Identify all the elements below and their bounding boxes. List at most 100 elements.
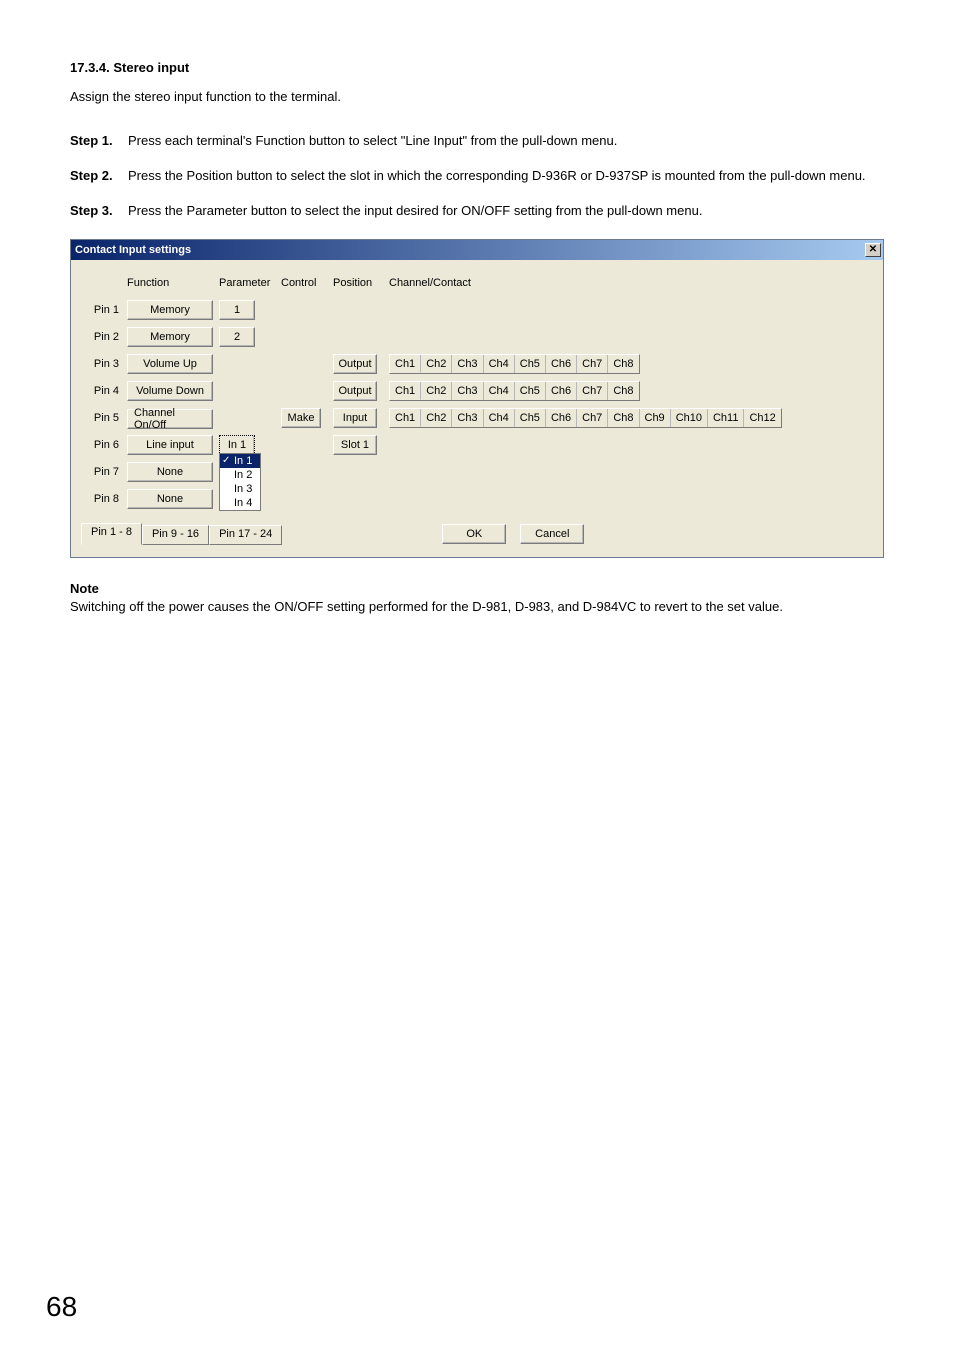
- parameter-button[interactable]: 2: [219, 327, 255, 347]
- pin-row-5: Pin 5 Channel On/Off Make Input Ch1 Ch2 …: [81, 405, 873, 432]
- dialog-title: Contact Input settings: [75, 244, 191, 256]
- channel-tab[interactable]: Ch3: [452, 355, 483, 373]
- channel-tab[interactable]: Ch4: [484, 409, 515, 427]
- section-title: Stereo input: [113, 60, 189, 75]
- header-control: Control: [281, 277, 333, 289]
- step-2: Step 2. Press the Position button to sel…: [70, 167, 884, 186]
- channel-tab[interactable]: Ch8: [608, 409, 639, 427]
- position-button[interactable]: Output: [333, 354, 377, 374]
- channel-tab[interactable]: Ch2: [421, 409, 452, 427]
- channel-tab[interactable]: Ch7: [577, 355, 608, 373]
- channel-tab[interactable]: Ch8: [608, 382, 638, 400]
- function-button[interactable]: None: [127, 462, 213, 482]
- contact-input-settings-dialog: Contact Input settings ✕ Function Parame…: [70, 239, 884, 558]
- dropdown-item[interactable]: In 2: [220, 468, 260, 482]
- pin-label: Pin 4: [81, 385, 127, 397]
- channel-tab[interactable]: Ch6: [546, 409, 577, 427]
- channel-tabs-8[interactable]: Ch1 Ch2 Ch3 Ch4 Ch5 Ch6 Ch7 Ch8: [389, 381, 640, 401]
- channel-tab[interactable]: Ch11: [708, 409, 744, 427]
- parameter-button[interactable]: 1: [219, 300, 255, 320]
- pin-row-6: Pin 6 Line input In 1 Slot 1: [81, 432, 873, 459]
- pin-tab-1-8[interactable]: Pin 1 - 8: [81, 523, 142, 545]
- channel-tab[interactable]: Ch5: [515, 355, 546, 373]
- note-heading: Note: [70, 580, 884, 599]
- channel-tab[interactable]: Ch1: [390, 355, 421, 373]
- function-button[interactable]: Line input: [127, 435, 213, 455]
- header-position: Position: [333, 277, 389, 289]
- channel-tab[interactable]: Ch4: [484, 382, 515, 400]
- pin-label: Pin 3: [81, 358, 127, 370]
- close-icon[interactable]: ✕: [865, 243, 881, 257]
- pin-row-3: Pin 3 Volume Up Output Ch1 Ch2 Ch3 Ch4 C…: [81, 351, 873, 378]
- position-button[interactable]: Input: [333, 408, 377, 428]
- channel-tab[interactable]: Ch9: [640, 409, 671, 427]
- function-button[interactable]: Channel On/Off: [127, 409, 213, 429]
- channel-tab[interactable]: Ch2: [421, 355, 452, 373]
- step-body: Press the Position button to select the …: [128, 167, 884, 186]
- channel-tab[interactable]: Ch4: [484, 355, 515, 373]
- pin-label: Pin 1: [81, 304, 127, 316]
- pin-row-2: Pin 2 Memory 2: [81, 324, 873, 351]
- pin-row-7: Pin 7 None: [81, 459, 873, 486]
- step-label: Step 3.: [70, 202, 128, 221]
- note-block: Note Switching off the power causes the …: [70, 580, 884, 618]
- channel-tab[interactable]: Ch7: [577, 409, 608, 427]
- pin-tab-9-16[interactable]: Pin 9 - 16: [142, 525, 209, 545]
- position-button[interactable]: Slot 1: [333, 435, 377, 455]
- channel-tabs-12[interactable]: Ch1 Ch2 Ch3 Ch4 Ch5 Ch6 Ch7 Ch8 Ch9 Ch10…: [389, 408, 782, 428]
- pin-label: Pin 2: [81, 331, 127, 343]
- channel-tab[interactable]: Ch3: [452, 409, 483, 427]
- channel-tab[interactable]: Ch1: [390, 409, 421, 427]
- pin-row-8: Pin 8 None: [81, 486, 873, 513]
- step-body: Press the Parameter button to select the…: [128, 202, 884, 221]
- function-button[interactable]: Volume Down: [127, 381, 213, 401]
- function-button[interactable]: Memory: [127, 300, 213, 320]
- cancel-button[interactable]: Cancel: [520, 524, 584, 544]
- ok-button[interactable]: OK: [442, 524, 506, 544]
- channel-tab[interactable]: Ch5: [515, 409, 546, 427]
- channel-tab[interactable]: Ch5: [515, 382, 546, 400]
- pin-label: Pin 6: [81, 439, 127, 451]
- pin-range-tabs: Pin 1 - 8 Pin 9 - 16 Pin 17 - 24: [81, 523, 282, 545]
- channel-tab[interactable]: Ch2: [421, 382, 452, 400]
- function-button[interactable]: None: [127, 489, 213, 509]
- header-parameter: Parameter: [219, 277, 281, 289]
- pin-label: Pin 5: [81, 412, 127, 424]
- pin-row-1: Pin 1 Memory 1: [81, 297, 873, 324]
- step-label: Step 2.: [70, 167, 128, 186]
- channel-tabs-8[interactable]: Ch1 Ch2 Ch3 Ch4 Ch5 Ch6 Ch7 Ch8: [389, 354, 640, 374]
- channel-tab[interactable]: Ch1: [390, 382, 421, 400]
- parameter-dropdown[interactable]: In 1 In 2 In 3 In 4: [219, 453, 261, 511]
- function-button[interactable]: Memory: [127, 327, 213, 347]
- dropdown-item[interactable]: In 3: [220, 482, 260, 496]
- intro-text: Assign the stereo input function to the …: [70, 89, 884, 104]
- pin-label: Pin 7: [81, 466, 127, 478]
- column-headers: Function Parameter Control Position Chan…: [81, 270, 873, 297]
- step-label: Step 1.: [70, 132, 128, 151]
- dropdown-item[interactable]: In 4: [220, 496, 260, 510]
- step-3: Step 3. Press the Parameter button to se…: [70, 202, 884, 221]
- section-number: 17.3.4.: [70, 60, 110, 75]
- note-body: Switching off the power causes the ON/OF…: [70, 598, 884, 617]
- channel-tab[interactable]: Ch6: [546, 382, 577, 400]
- channel-tab[interactable]: Ch8: [608, 355, 638, 373]
- pin-tab-17-24[interactable]: Pin 17 - 24: [209, 525, 282, 545]
- pin-row-4: Pin 4 Volume Down Output Ch1 Ch2 Ch3 Ch4…: [81, 378, 873, 405]
- section-heading: 17.3.4. Stereo input: [70, 60, 884, 75]
- position-button[interactable]: Output: [333, 381, 377, 401]
- titlebar[interactable]: Contact Input settings ✕: [71, 240, 883, 260]
- channel-tab[interactable]: Ch6: [546, 355, 577, 373]
- step-1: Step 1. Press each terminal's Function b…: [70, 132, 884, 151]
- step-body: Press each terminal's Function button to…: [128, 132, 884, 151]
- function-button[interactable]: Volume Up: [127, 354, 213, 374]
- dropdown-item[interactable]: In 1: [220, 454, 260, 468]
- channel-tab[interactable]: Ch7: [577, 382, 608, 400]
- channel-tab[interactable]: Ch10: [671, 409, 708, 427]
- header-function: Function: [127, 277, 219, 289]
- control-button[interactable]: Make: [281, 408, 321, 428]
- page-number: 68: [46, 1291, 77, 1323]
- channel-tab[interactable]: Ch3: [452, 382, 483, 400]
- header-channel: Channel/Contact: [389, 277, 873, 289]
- pin-label: Pin 8: [81, 493, 127, 505]
- channel-tab[interactable]: Ch12: [744, 409, 780, 427]
